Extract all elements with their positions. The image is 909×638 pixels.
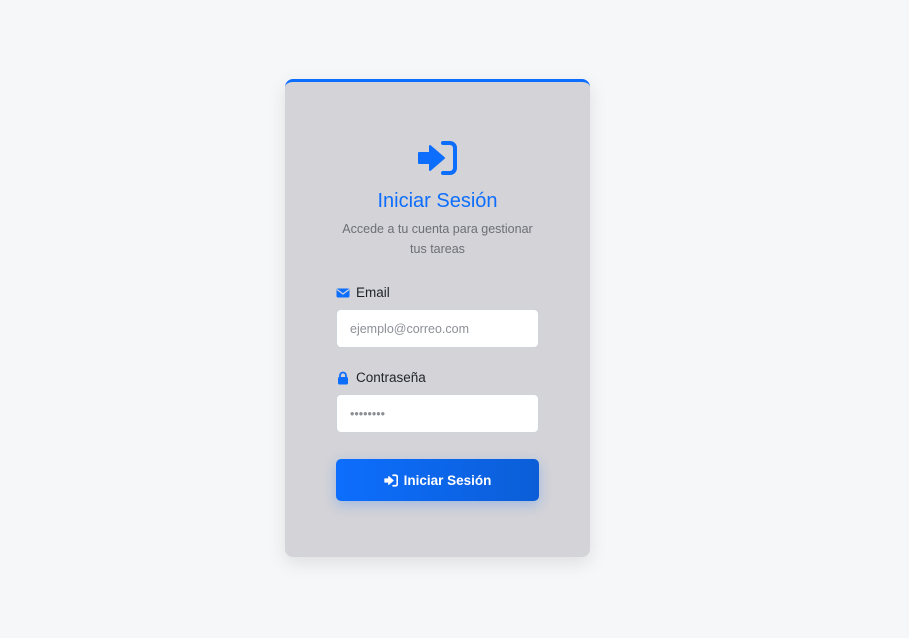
- page-title: Iniciar Sesión: [377, 190, 498, 212]
- email-label-text: Email: [356, 285, 390, 300]
- sign-in-icon: [383, 473, 398, 487]
- login-card: Iniciar Sesión Accede a tu cuenta para g…: [285, 79, 590, 557]
- password-field[interactable]: [336, 394, 539, 433]
- password-label: Contraseña: [336, 370, 426, 385]
- email-field[interactable]: [336, 309, 539, 348]
- login-button[interactable]: Iniciar Sesión: [336, 459, 539, 501]
- email-label: Email: [336, 285, 390, 300]
- login-button-label: Iniciar Sesión: [403, 472, 492, 488]
- page-subtitle: Accede a tu cuenta para gestionar tus ta…: [342, 222, 533, 256]
- envelope-icon: [336, 288, 350, 297]
- lock-icon: [338, 371, 348, 384]
- password-label-text: Contraseña: [356, 370, 426, 385]
- sign-in-icon: [418, 141, 457, 175]
